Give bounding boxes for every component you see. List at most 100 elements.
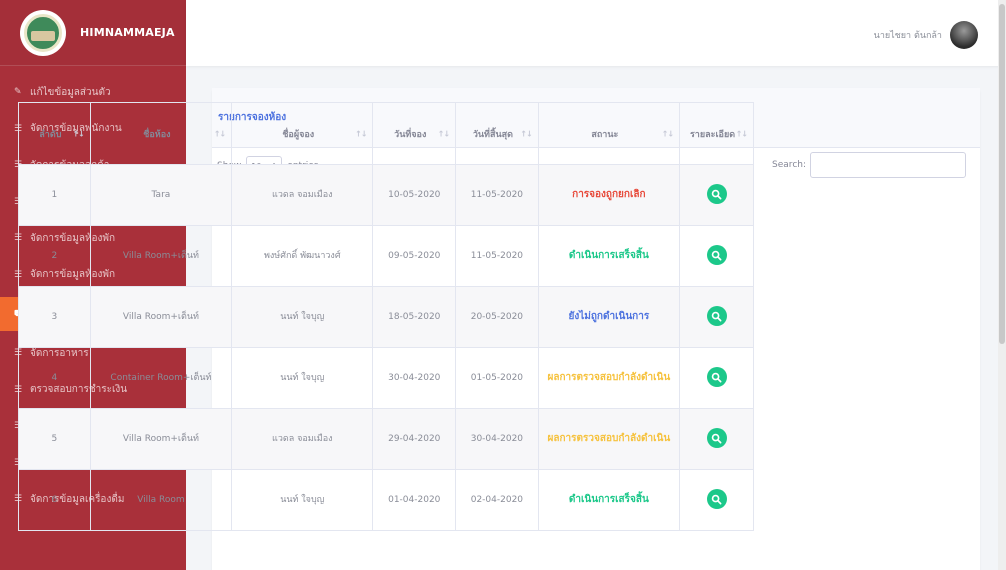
- cell-text: 02-04-2020: [470, 494, 524, 505]
- view-detail-button[interactable]: [706, 489, 727, 510]
- view-detail-button[interactable]: [706, 184, 727, 205]
- cell-text: 4: [51, 372, 58, 383]
- cell-customer: นนท์ ใจบุญ: [231, 347, 374, 409]
- cell-text: 09-05-2020: [388, 250, 441, 261]
- form-icon: ✎: [14, 87, 22, 98]
- cell-status: ดำเนินการเสร็จสิ้น: [537, 225, 681, 287]
- column-header[interactable]: วันที่สิ้นสุด ↑↓: [455, 102, 539, 165]
- user-name: นายไชยา ต้นกล้า: [873, 31, 942, 41]
- bookings-table: ลำดับ ↑↓ ชื่อห้อง ↑↓ ชื่อผู้จอง ↑↓ วันที่จอง ↑↓…: [18, 102, 754, 531]
- brand-title: HIMNAMMAEJA: [80, 26, 175, 39]
- cell-no: 4: [18, 347, 91, 409]
- cell-text: 11-05-2020: [470, 250, 524, 261]
- table-row: 4 Container Room+เต็นท์ นนท์ ใจบุญ 30-04-20…: [18, 347, 754, 409]
- cell-start: 09-05-2020: [372, 225, 457, 287]
- cell-text: 6: [51, 494, 58, 505]
- cell-room: Villa Room+เต็นท์: [89, 408, 233, 470]
- cell-end: 11-05-2020: [455, 225, 539, 287]
- view-detail-button[interactable]: [706, 306, 727, 327]
- table-row: 5 Villa Room+เต็นท์ แวดล จอมเมือง 29-04-202…: [18, 408, 754, 470]
- sort-icon: ↑↓: [661, 129, 674, 138]
- cell-start: 29-04-2020: [372, 408, 457, 470]
- cell-detail: [679, 225, 754, 287]
- column-header[interactable]: ชื่อห้อง ↑↓: [89, 102, 233, 165]
- cell-detail: [679, 408, 754, 470]
- column-header-label: สถานะ: [591, 129, 619, 140]
- sidebar-item-label: แก้ไขข้อมูลส่วนตัว: [30, 86, 111, 98]
- cell-text: Villa Room: [137, 494, 185, 505]
- search-label: Search:: [772, 160, 806, 170]
- cell-start: 01-04-2020: [372, 469, 457, 531]
- cell-customer: แวดล จอมเมือง: [231, 408, 374, 470]
- column-header[interactable]: ชื่อผู้จอง ↑↓: [231, 102, 374, 165]
- brand[interactable]: HIMNAMMAEJA: [0, 0, 186, 66]
- table-row: 3 Villa Room+เต็นท์ นนท์ ใจบุญ 18-05-2020 20…: [18, 286, 754, 348]
- sort-asc-icon: ↑↓: [72, 129, 84, 138]
- cell-no: 1: [18, 164, 91, 226]
- cell-end: 11-05-2020: [455, 164, 539, 226]
- cell-text: 10-05-2020: [388, 189, 441, 200]
- cell-text: นนท์ ใจบุญ: [280, 372, 325, 383]
- cell-text: นนท์ ใจบุญ: [280, 494, 325, 505]
- column-header-label: รายละเอียด: [689, 129, 736, 140]
- column-header[interactable]: ลำดับ ↑↓: [18, 102, 91, 165]
- cell-text: 1: [51, 189, 58, 200]
- cell-status: ยังไม่ถูกดำเนินการ: [537, 286, 681, 348]
- cell-text: 30-04-2020: [470, 433, 524, 444]
- cell-text: 20-05-2020: [470, 311, 524, 322]
- cell-room: Villa Room: [89, 469, 233, 531]
- sort-icon: ↑↓: [735, 129, 748, 138]
- cell-start: 10-05-2020: [372, 164, 457, 226]
- cell-room: Tara: [89, 164, 233, 226]
- search-input[interactable]: [810, 152, 966, 178]
- page-scrollbar[interactable]: [998, 0, 1006, 570]
- view-detail-button[interactable]: [706, 245, 727, 266]
- cell-end: 01-05-2020: [455, 347, 539, 409]
- search-icon: [711, 372, 722, 383]
- search-icon: [711, 311, 722, 322]
- column-header[interactable]: สถานะ ↑↓: [537, 102, 681, 165]
- sort-icon: ↑↓: [213, 129, 226, 138]
- cell-customer: นนท์ ใจบุญ: [231, 469, 374, 531]
- cell-text: 2: [51, 250, 58, 261]
- avatar[interactable]: [950, 21, 978, 49]
- cell-text: Villa Room+เต็นท์: [122, 311, 199, 322]
- cell-text: แวดล จอมเมือง: [272, 433, 333, 444]
- cell-text: 30-04-2020: [388, 372, 441, 383]
- cell-status: ผลการตรวจสอบกำลังดำเนิน: [537, 408, 681, 470]
- cell-customer: พงษ์ศักดิ์ พัฒนาวงศ์: [231, 225, 374, 287]
- cell-text: Tara: [151, 189, 171, 200]
- cell-text: 18-05-2020: [388, 311, 441, 322]
- cell-text: 11-05-2020: [470, 189, 524, 200]
- cell-text: Villa Room+เต็นท์: [122, 433, 199, 444]
- cell-detail: [679, 286, 754, 348]
- table-search: Search:: [772, 152, 966, 178]
- cell-text: นนท์ ใจบุญ: [280, 311, 325, 322]
- status-badge: ยังไม่ถูกดำเนินการ: [568, 311, 650, 322]
- cell-status: ดำเนินการเสร็จสิ้น: [537, 469, 681, 531]
- cell-detail: [679, 469, 754, 531]
- cell-text: 29-04-2020: [388, 433, 441, 444]
- brand-logo-icon: [20, 9, 66, 56]
- view-detail-button[interactable]: [706, 428, 727, 449]
- cell-start: 18-05-2020: [372, 286, 457, 348]
- cell-customer: แวดล จอมเมือง: [231, 164, 374, 226]
- cell-text: 3: [51, 311, 58, 322]
- user-menu[interactable]: นายไชยา ต้นกล้า: [874, 21, 978, 49]
- cell-end: 02-04-2020: [455, 469, 539, 531]
- table-row: 6 Villa Room นนท์ ใจบุญ 01-04-2020 02-04-202…: [18, 469, 754, 531]
- status-badge: ดำเนินการเสร็จสิ้น: [568, 494, 649, 505]
- cell-text: 5: [51, 433, 58, 444]
- cell-room: Villa Room+เต็นท์: [89, 286, 233, 348]
- table-row: 1 Tara แวดล จอมเมือง 10-05-2020 11-05-2020 กา…: [18, 164, 754, 226]
- cell-start: 30-04-2020: [372, 347, 457, 409]
- cell-no: 3: [18, 286, 91, 348]
- sort-icon: ↑↓: [520, 129, 532, 138]
- view-detail-button[interactable]: [706, 367, 727, 388]
- topbar: นายไชยา ต้นกล้า: [186, 0, 1006, 66]
- column-header[interactable]: วันที่จอง ↑↓: [372, 102, 457, 165]
- cell-no: 2: [18, 225, 91, 287]
- cell-status: การจองถูกยกเลิก: [537, 164, 681, 226]
- sort-icon: ↑↓: [355, 129, 367, 138]
- column-header[interactable]: รายละเอียด ↑↓: [679, 102, 754, 165]
